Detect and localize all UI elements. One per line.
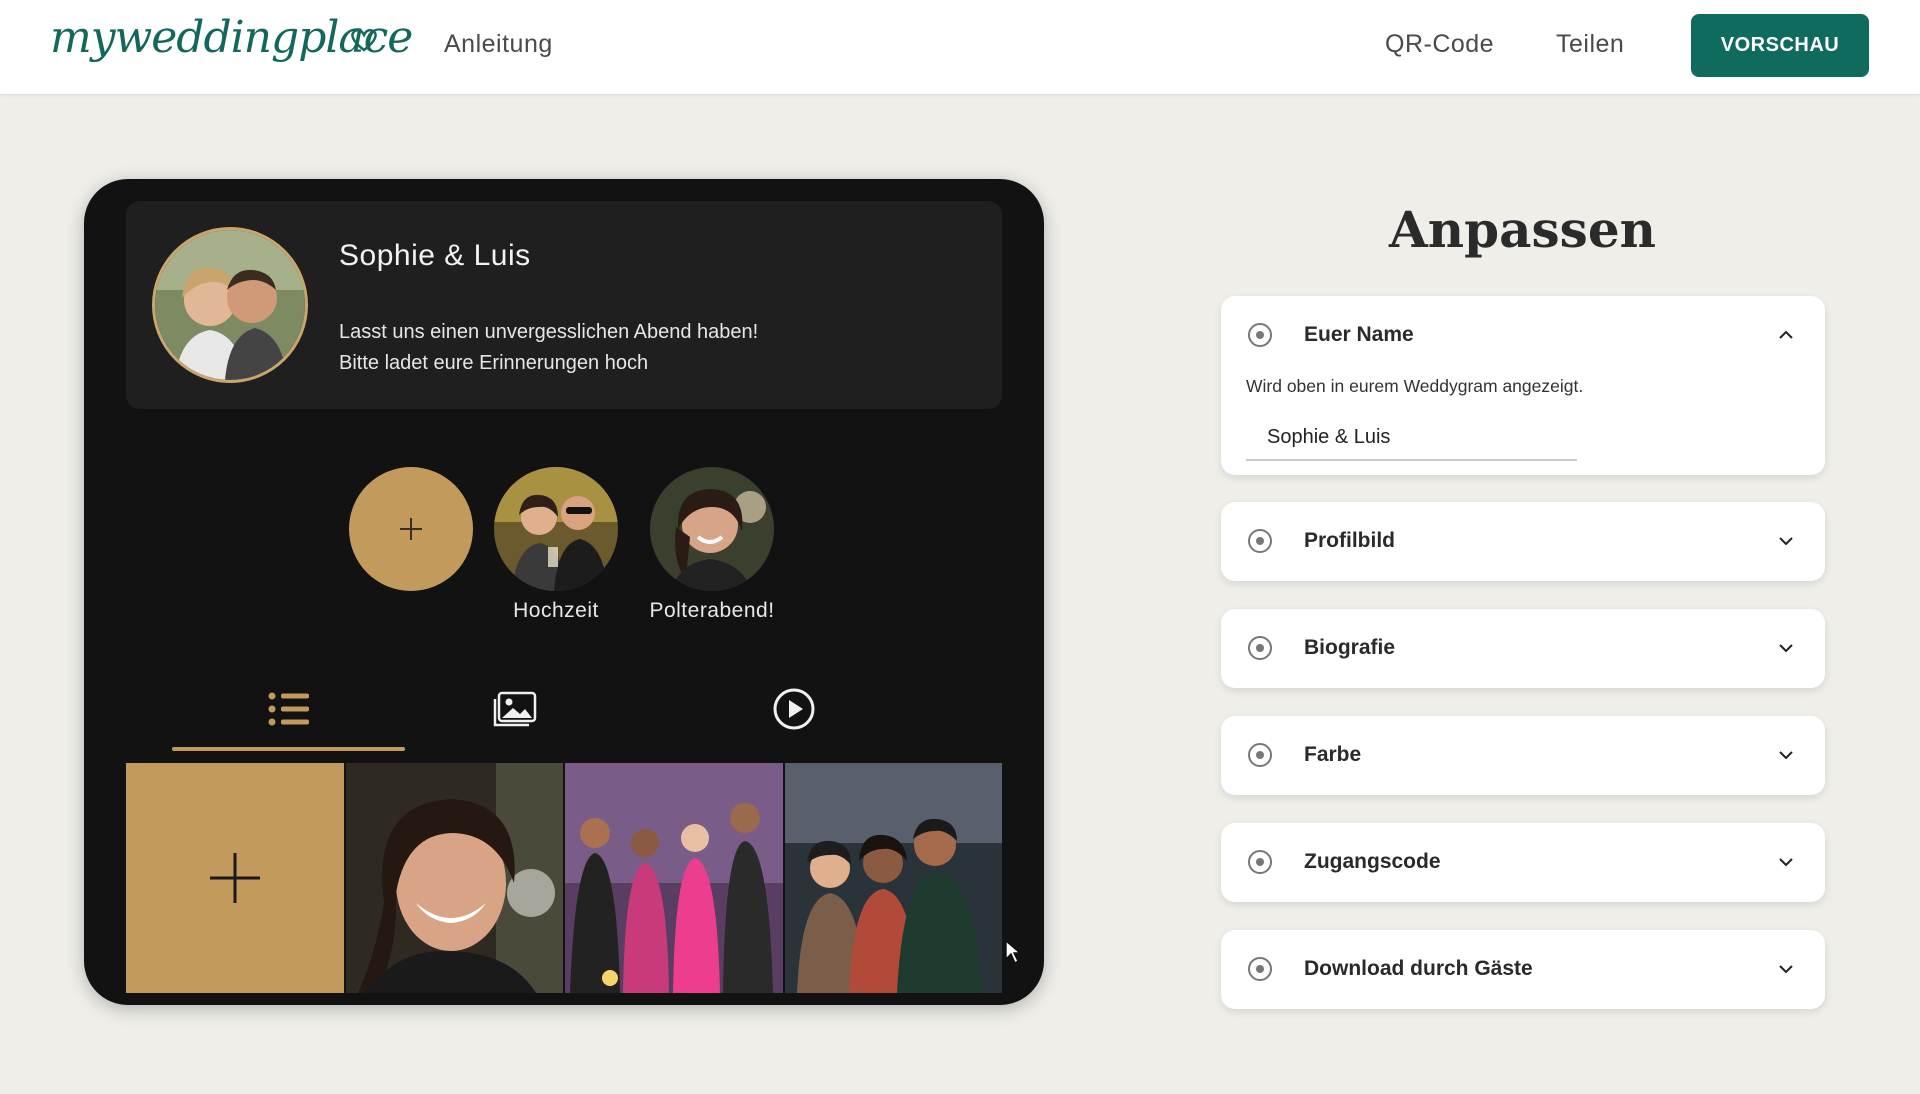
section-title: Euer Name <box>1304 323 1414 346</box>
section-description: Wird oben in eurem Weddygram angezeigt. <box>1246 376 1584 396</box>
bio-text: Lasst uns einen unvergesslichen Abend ha… <box>339 317 758 379</box>
section-zugangscode[interactable]: Zugangscode <box>1221 823 1825 902</box>
story-thumbnail <box>650 467 774 591</box>
section-title: Farbe <box>1304 743 1362 766</box>
media-thumbnail[interactable] <box>565 763 783 993</box>
bio-line: Lasst uns einen unvergesslichen Abend ha… <box>339 321 759 343</box>
section-title: Biografie <box>1304 636 1396 659</box>
radio-icon <box>1248 957 1272 981</box>
section-euer-name: Euer Name Wird oben in eurem Weddygram a… <box>1221 296 1825 475</box>
nav-teilen[interactable]: Teilen <box>1556 30 1624 59</box>
couple-name: Sophie & Luis <box>339 239 531 272</box>
media-thumbnail[interactable] <box>345 763 563 993</box>
mouse-cursor-icon <box>1005 939 1022 965</box>
media-thumbnail[interactable] <box>784 763 1002 993</box>
add-story-button[interactable] <box>349 467 473 591</box>
nav-anleitung[interactable]: Anleitung <box>444 30 553 59</box>
section-profilbild[interactable]: Profilbild <box>1221 502 1825 581</box>
customize-title: Anpassen <box>1389 200 1656 259</box>
video-play-icon <box>773 688 815 730</box>
story-thumbnail <box>494 467 618 591</box>
tab-gallery[interactable] <box>475 689 555 729</box>
radio-icon <box>1248 850 1272 874</box>
chevron-down-icon <box>1779 858 1793 867</box>
chevron-down-icon <box>1779 965 1793 974</box>
name-input[interactable] <box>1246 416 1577 461</box>
story-label: Hochzeit <box>513 599 599 622</box>
heart-icon <box>351 29 377 52</box>
chevron-down-icon <box>1779 644 1793 653</box>
story-polterabend[interactable]: Polterabend! <box>632 467 792 623</box>
active-tab-indicator <box>172 747 405 751</box>
section-biografie[interactable]: Biografie <box>1221 609 1825 688</box>
section-title: Zugangscode <box>1304 850 1441 873</box>
plus-icon <box>209 853 260 903</box>
section-title: Profilbild <box>1304 529 1395 552</box>
gallery-icon <box>493 691 537 727</box>
add-media-button[interactable] <box>126 763 344 993</box>
radio-icon <box>1248 743 1272 767</box>
weddygram-preview: Sophie & Luis Lasst uns einen unvergessl… <box>84 179 1044 1005</box>
section-header[interactable]: Euer Name <box>1221 296 1825 374</box>
section-title: Download durch Gäste <box>1304 957 1533 980</box>
media-grid <box>126 763 1002 993</box>
plus-icon <box>400 518 422 540</box>
chevron-down-icon <box>1779 751 1793 760</box>
top-bar: myweddingplace Anleitung QR-Code Teilen … <box>0 0 1920 95</box>
chevron-down-icon <box>1779 537 1793 546</box>
story-hochzeit[interactable]: Hochzeit <box>494 467 618 623</box>
avatar[interactable] <box>152 227 308 383</box>
list-icon <box>268 692 309 726</box>
tab-list[interactable] <box>172 689 405 729</box>
radio-icon <box>1248 323 1272 347</box>
logo[interactable]: myweddingplace <box>50 8 413 84</box>
vorschau-button[interactable]: VORSCHAU <box>1691 14 1869 77</box>
nav-qr-code[interactable]: QR-Code <box>1385 30 1494 59</box>
story-label: Polterabend! <box>649 599 775 622</box>
profile-card: Sophie & Luis Lasst uns einen unvergessl… <box>126 201 1002 409</box>
section-farbe[interactable]: Farbe <box>1221 716 1825 795</box>
section-download-durch-gaeste[interactable]: Download durch Gäste <box>1221 930 1825 1009</box>
tab-video[interactable] <box>754 688 834 730</box>
radio-icon <box>1248 529 1272 553</box>
radio-icon <box>1248 636 1272 660</box>
bio-line: Bitte ladet eure Erinnerungen hoch <box>339 352 649 374</box>
chevron-up-icon <box>1779 330 1793 339</box>
couple-photo <box>155 230 305 380</box>
